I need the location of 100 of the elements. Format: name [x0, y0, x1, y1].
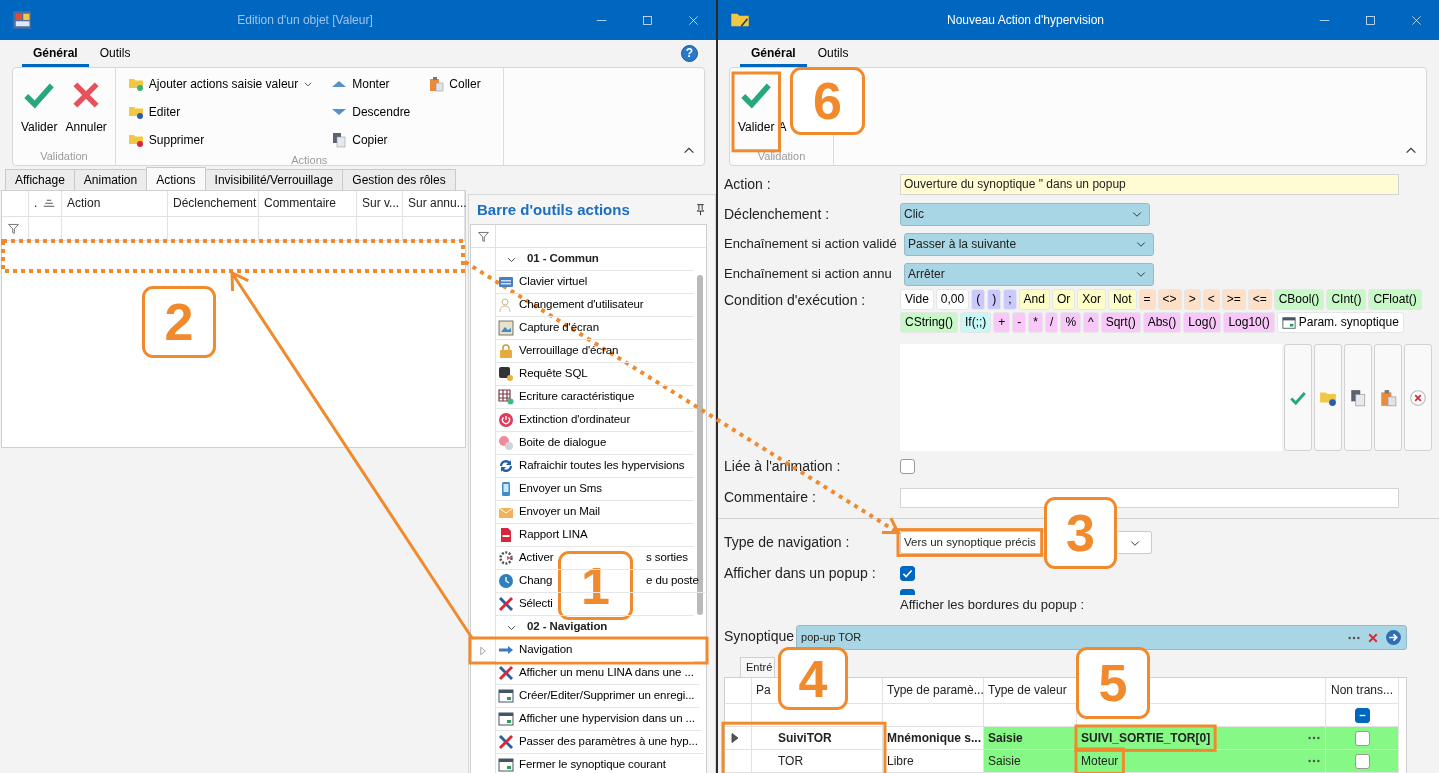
tree-item[interactable]: Envoyer un Sms [496, 478, 694, 501]
tree-item[interactable]: Navigation [496, 639, 694, 662]
operator-button[interactable]: Vide [900, 289, 934, 310]
operator-button[interactable]: > [1183, 289, 1201, 310]
operator-button[interactable]: Not [1107, 289, 1137, 310]
column-header[interactable]: Sur v... [357, 191, 403, 216]
filter-icon[interactable] [476, 229, 490, 243]
checkbox[interactable] [1354, 753, 1370, 769]
confirm-button[interactable]: Valider [734, 74, 779, 150]
tree-group[interactable]: 02 - Navigation [527, 620, 608, 634]
maximize-icon[interactable] [1364, 14, 1376, 26]
column-header[interactable]: Type de valeur [988, 683, 1067, 698]
operator-button[interactable]: Param. synoptique [1276, 312, 1404, 333]
filter-icon[interactable] [7, 222, 20, 235]
operator-button[interactable]: + [993, 312, 1011, 333]
operator-button[interactable]: CInt() [1326, 289, 1367, 310]
checkbox[interactable] [1354, 730, 1370, 746]
column-header[interactable]: Type de paramè... [887, 683, 984, 698]
cancel-button[interactable]: Annuler [61, 74, 111, 150]
operator-button[interactable]: <= [1247, 289, 1272, 310]
column-header[interactable]: Déclenchement [168, 191, 259, 216]
close-icon[interactable] [1410, 14, 1422, 26]
copy-button[interactable] [1344, 344, 1372, 451]
operator-button[interactable]: ^ [1083, 312, 1099, 333]
checkbox[interactable] [900, 566, 915, 581]
operator-button[interactable]: >= [1221, 289, 1246, 310]
tab[interactable]: Invisibilité/Verrouillage [204, 169, 344, 190]
tree-item[interactable]: Boite de dialogue [496, 432, 694, 455]
row-header[interactable] [725, 727, 752, 751]
operator-button[interactable]: = [1138, 289, 1156, 310]
operator-button[interactable]: ; [1003, 289, 1017, 310]
column-header[interactable]: Non trans... [1331, 683, 1393, 698]
dropdown[interactable]: Passer à la suivante [904, 232, 1154, 256]
column-header[interactable]: Action [62, 191, 168, 216]
tab[interactable]: Animation [73, 169, 148, 190]
toolbar-button[interactable]: Supprimer [123, 126, 318, 154]
toolbar-button[interactable]: Monter [327, 70, 415, 98]
operator-button[interactable]: Log() [1183, 312, 1222, 333]
tab[interactable]: Entré [740, 657, 776, 678]
operator-button[interactable]: Or [1051, 289, 1076, 310]
text-field[interactable]: Ouverture du synoptique " dans un popup [900, 173, 1399, 195]
pin-icon[interactable] [694, 203, 707, 216]
column-header[interactable]: Commentaire [259, 191, 357, 216]
toolbar-button[interactable]: Editer [123, 98, 318, 126]
tab[interactable]: Gestion des rôles [342, 169, 456, 190]
operator-button[interactable]: CString() [900, 312, 958, 333]
operator-button[interactable]: Log10() [1223, 312, 1275, 333]
operator-button[interactable]: CBool() [1273, 289, 1325, 310]
text-field[interactable] [900, 487, 1399, 508]
tree-item[interactable]: Extinction d'ordinateur [496, 409, 694, 432]
help-button[interactable]: ? [681, 45, 698, 62]
operator-button[interactable]: - [1012, 312, 1027, 333]
tree-item[interactable]: Créer/Editer/Supprimer un enregi... [496, 685, 701, 708]
operator-button[interactable]: <> [1157, 289, 1182, 310]
operator-button[interactable]: ( [971, 289, 986, 310]
column-header[interactable]: Sur annu... [403, 191, 465, 216]
paste-button[interactable] [1374, 344, 1402, 451]
operator-button[interactable]: < [1202, 289, 1220, 310]
clear-icon[interactable] [1368, 632, 1378, 643]
toolbar-button[interactable]: Coller [424, 70, 485, 98]
close-icon[interactable] [687, 14, 699, 26]
tab[interactable]: Actions [146, 167, 206, 190]
column-header[interactable]: Pa [756, 683, 771, 698]
operator-button[interactable]: CFloat() [1368, 289, 1422, 310]
tree-item[interactable]: Rapport LINA [496, 524, 694, 547]
tree-item[interactable]: Envoyer un Mail [496, 501, 694, 524]
tree-item[interactable]: Rafraichir toutes les hypervisions [496, 455, 694, 478]
maximize-icon[interactable] [641, 14, 653, 26]
operator-button[interactable]: % [1060, 312, 1082, 333]
operator-button[interactable]: ) [987, 289, 1002, 310]
column-header[interactable]: . [34, 196, 38, 211]
tab[interactable]: Affichage [5, 169, 75, 190]
synoptic-field[interactable]: pop-up TOR [796, 625, 1407, 650]
tree-item[interactable]: Passer des paramètres à une hyp... [496, 731, 704, 754]
toolbar-button[interactable]: Descendre [327, 98, 415, 126]
tree-item[interactable]: Requête SQL [496, 363, 694, 386]
ribbon-tab[interactable]: Outils [88, 46, 142, 67]
tree-item[interactable]: Changement d'utilisateur [496, 294, 694, 317]
tree-item[interactable]: Ecriture caractéristique [496, 386, 694, 409]
operator-button[interactable]: And [1018, 289, 1050, 310]
ribbon-tab[interactable]: Outils [806, 46, 860, 67]
dropdown[interactable]: Arrêter [904, 262, 1154, 286]
operator-button[interactable]: / [1045, 312, 1059, 333]
tree-group[interactable]: 01 - Commun [527, 252, 599, 266]
operator-button[interactable]: Sqrt() [1100, 312, 1141, 333]
operator-button[interactable]: Xor [1077, 289, 1106, 310]
scrollbar[interactable] [697, 275, 703, 615]
dropdown[interactable]: Vers un synoptique précis [900, 531, 1044, 554]
checkbox[interactable] [900, 459, 915, 474]
operator-button[interactable]: Abs() [1142, 312, 1182, 333]
operator-button[interactable]: * [1028, 312, 1044, 333]
go-icon[interactable] [1385, 629, 1402, 646]
operator-button[interactable]: 0,00 [935, 289, 970, 310]
tree-item[interactable]: Fermer le synoptique courant [496, 754, 694, 773]
toolbar-button[interactable]: Copier [327, 126, 415, 154]
toolbar-button[interactable]: Ajouter actions saisie valeur [123, 70, 318, 98]
tree-item[interactable]: Afficher une hypervision dans un ... [496, 708, 701, 731]
checkbox[interactable] [1354, 707, 1370, 723]
dropdown[interactable]: Clic [900, 202, 1150, 226]
operator-button[interactable]: If(;;) [960, 312, 992, 333]
